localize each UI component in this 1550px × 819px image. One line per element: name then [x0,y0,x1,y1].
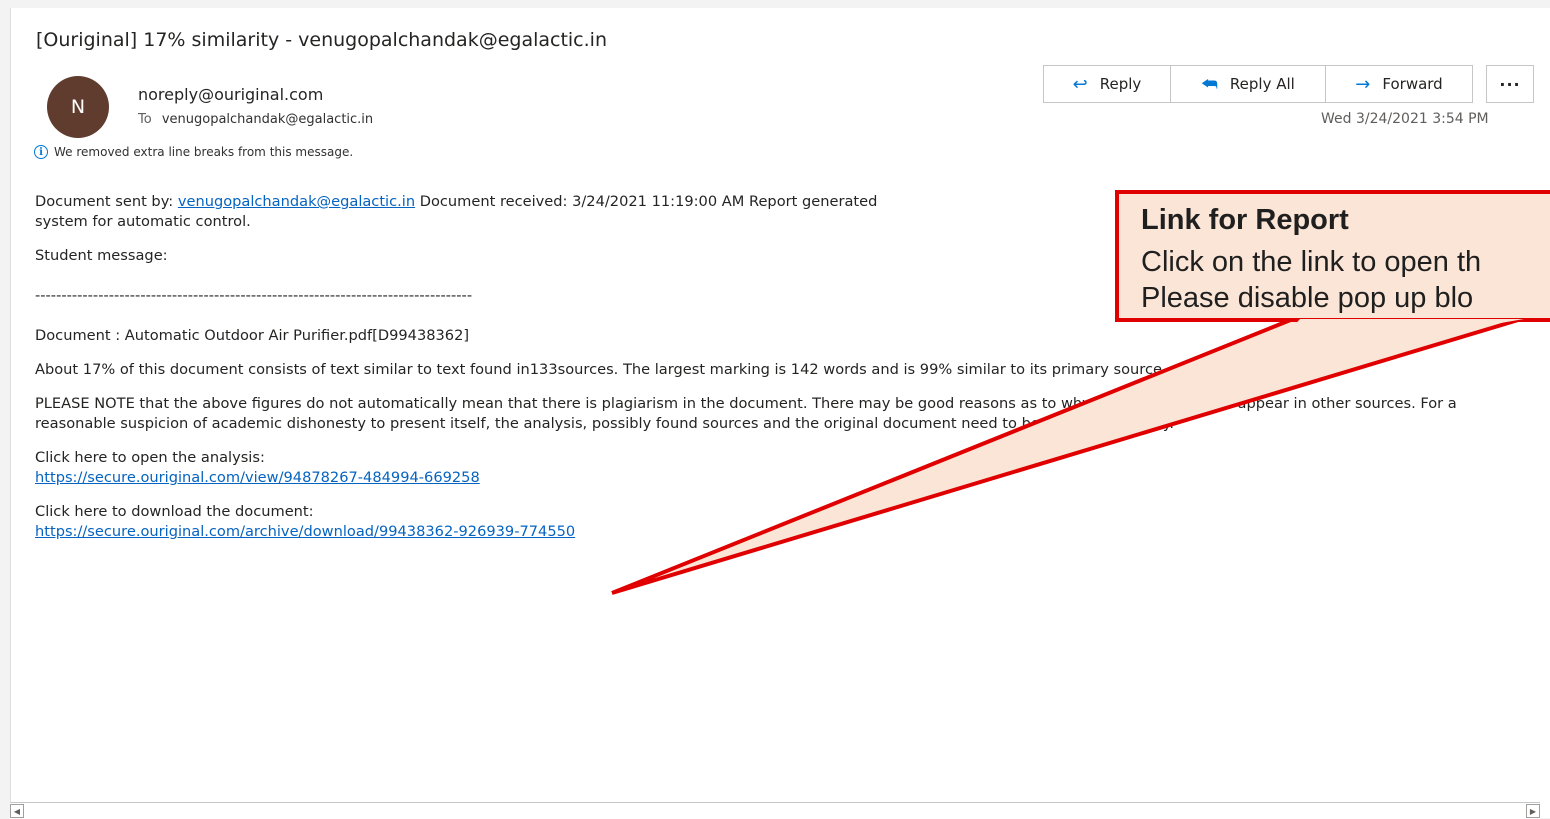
sender-avatar[interactable]: N [47,76,109,138]
recipient-address[interactable]: venugopalchandak@egalactic.in [162,112,373,127]
email-subject: [Ouriginal] 17% similarity - venugopalch… [36,29,607,51]
message-date: Wed 3/24/2021 3:54 PM [1321,111,1489,127]
to-label: To [138,112,152,127]
reply-label: Reply [1099,75,1142,93]
callout-title: Link for Report [1141,204,1349,236]
sender-email-link[interactable]: venugopalchandak@egalactic.in [178,193,415,210]
forward-icon: → [1355,73,1371,95]
info-icon: i [34,145,48,159]
similarity-summary: About 17% of this document consists of t… [35,361,1167,378]
message-actions: ↩ Reply ⮪ Reply All → Forward ··· [1043,65,1534,103]
reply-all-icon: ⮪ [1201,73,1218,95]
download-label: Click here to download the document: [35,503,314,520]
annotation-callout: Link for Report Click on the link to ope… [1115,190,1550,322]
plagiarism-note: PLEASE NOTE that the above figures do no… [35,395,1457,432]
more-icon: ··· [1499,74,1521,94]
scroll-left-icon[interactable]: ◀ [10,804,24,818]
info-message: We removed extra line breaks from this m… [54,145,354,159]
reply-all-label: Reply All [1229,75,1295,93]
body-line-system: system for automatic control. [35,213,251,230]
callout-line-1: Click on the link to open th [1141,246,1482,278]
callout-line-2: Please disable pop up blo [1141,282,1474,314]
recipient-line: To venugopalchandak@egalactic.in [138,112,373,127]
horizontal-scrollbar[interactable]: ◀ ▶ [10,802,1540,819]
download-link[interactable]: https://secure.ouriginal.com/archive/dow… [35,523,575,540]
forward-label: Forward [1382,75,1443,93]
download-section: Click here to download the document: http… [35,502,1530,542]
sent-by-suffix: Document received: 3/24/2021 11:19:00 AM… [415,193,878,210]
reply-all-button[interactable]: ⮪ Reply All [1170,65,1326,103]
more-actions-button[interactable]: ··· [1486,65,1534,103]
analysis-link[interactable]: https://secure.ouriginal.com/view/948782… [35,469,480,486]
scroll-right-icon[interactable]: ▶ [1526,804,1540,818]
document-name: Document : Automatic Outdoor Air Purifie… [35,327,470,344]
reply-button[interactable]: ↩ Reply [1043,65,1171,103]
reply-icon: ↩ [1072,73,1088,95]
analysis-section: Click here to open the analysis: https://… [35,448,1530,488]
sender-address[interactable]: noreply@ouriginal.com [138,85,323,104]
sent-by-prefix: Document sent by: [35,193,178,210]
forward-button[interactable]: → Forward [1325,65,1473,103]
info-banner: i We removed extra line breaks from this… [34,145,353,159]
analysis-label: Click here to open the analysis: [35,449,265,466]
avatar-initial: N [70,96,86,118]
